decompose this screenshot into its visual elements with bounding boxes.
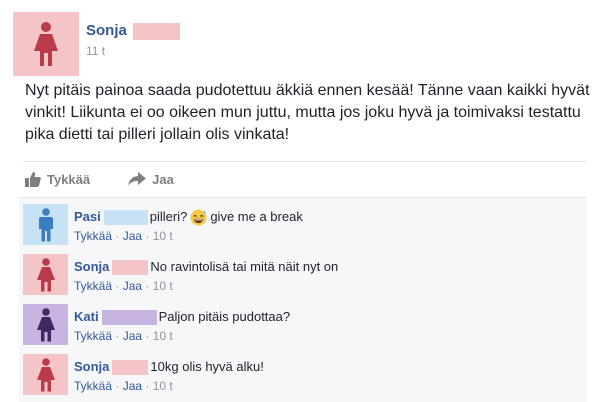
separator: · — [145, 379, 150, 393]
comment-reply-link[interactable]: Jaa — [123, 379, 142, 393]
comment-text: pilleri? — [149, 209, 188, 224]
comment-meta: Tykkää · Jaa · 10 t — [74, 279, 173, 293]
post-timestamp[interactable]: 11 t — [86, 44, 105, 58]
separator: · — [115, 329, 120, 343]
redacted-surname — [133, 23, 180, 40]
comment-like-link[interactable]: Tykkää — [74, 279, 112, 293]
comment-meta: Tykkää · Jaa · 10 t — [74, 229, 173, 243]
comment-text: Paljon pitäis pudottaa? — [158, 309, 291, 324]
comment-timestamp[interactable]: 10 t — [153, 229, 173, 243]
redacted-surname — [112, 259, 149, 275]
comment-like-link[interactable]: Tykkää — [74, 379, 112, 393]
commenter-avatar[interactable] — [23, 354, 68, 395]
commenter-avatar[interactable] — [23, 254, 68, 295]
comment-reply-link[interactable]: Jaa — [123, 329, 142, 343]
male-person-icon — [38, 207, 53, 241]
comment-author[interactable]: Kati — [74, 308, 99, 326]
separator: · — [145, 329, 150, 343]
commenter-avatar[interactable] — [23, 304, 68, 345]
share-arrow-icon — [128, 172, 147, 186]
separator: · — [115, 229, 120, 243]
share-button-label: Jaa — [152, 171, 174, 187]
female-person-icon — [36, 357, 55, 391]
comment-text: 10kg olis hyvä alku! — [150, 359, 264, 374]
grinning-sweat-emoji-icon — [190, 208, 207, 226]
separator: · — [145, 279, 150, 293]
comment-text: No ravintolisä tai mitä näit nyt on — [150, 259, 339, 274]
thumbs-up-icon — [25, 171, 41, 187]
comment-timestamp[interactable]: 10 t — [153, 379, 173, 393]
comment-author[interactable]: Sonja — [74, 358, 109, 376]
comment-line: Sonja 10kg olis hyvä alku! — [74, 358, 264, 376]
redacted-surname — [103, 209, 148, 225]
female-person-icon — [34, 22, 58, 66]
redacted-surname — [112, 359, 149, 375]
comment-meta: Tykkää · Jaa · 10 t — [74, 329, 173, 343]
like-button[interactable]: Tykkää — [25, 171, 91, 187]
comment: Sonja 10kg olis hyvä alku! Tykkää · Jaa … — [19, 350, 587, 398]
redacted-surname — [101, 309, 157, 325]
post-body-text: Nyt pitäis painoa saada pudotettuu äkkiä… — [25, 82, 590, 143]
comment-line: Sonja No ravintolisä tai mitä näit nyt o… — [74, 258, 338, 276]
comment: Sonja No ravintolisä tai mitä näit nyt o… — [19, 250, 587, 298]
comment-like-link[interactable]: Tykkää — [74, 329, 112, 343]
comment-reply-link[interactable]: Jaa — [123, 279, 142, 293]
comment-reply-link[interactable]: Jaa — [123, 229, 142, 243]
comments-section: Pasi pilleri? give me a break Tykkää · J… — [19, 197, 587, 402]
comment: Pasi pilleri? give me a break Tykkää · J… — [19, 200, 587, 248]
comment-text-after-emoji: give me a break — [210, 209, 303, 224]
comment-timestamp[interactable]: 10 t — [153, 329, 173, 343]
female-person-icon — [36, 307, 55, 341]
comment-author[interactable]: Sonja — [74, 258, 109, 276]
post-action-bar: Tykkää Jaa — [25, 166, 212, 192]
separator: · — [145, 229, 150, 243]
comment-meta: Tykkää · Jaa · 10 t — [74, 379, 173, 393]
comment-timestamp[interactable]: 10 t — [153, 279, 173, 293]
divider — [23, 161, 586, 162]
facebook-post: Sonja 11 t Nyt pitäis painoa saada pudot… — [0, 0, 615, 402]
comment-author[interactable]: Pasi — [74, 208, 101, 226]
female-person-icon — [36, 257, 55, 291]
commenter-avatar[interactable] — [23, 204, 68, 245]
comment-line: Kati Paljon pitäis pudottaa? — [74, 308, 290, 326]
like-button-label: Tykkää — [47, 171, 91, 187]
post-author-name[interactable]: Sonja — [86, 22, 127, 40]
comment: Kati Paljon pitäis pudottaa? Tykkää · Ja… — [19, 300, 587, 348]
comment-like-link[interactable]: Tykkää — [74, 229, 112, 243]
comment-line: Pasi pilleri? give me a break — [74, 208, 303, 226]
share-button[interactable]: Jaa — [128, 172, 174, 187]
separator: · — [115, 279, 120, 293]
post-author-avatar[interactable] — [13, 12, 79, 76]
separator: · — [115, 379, 120, 393]
